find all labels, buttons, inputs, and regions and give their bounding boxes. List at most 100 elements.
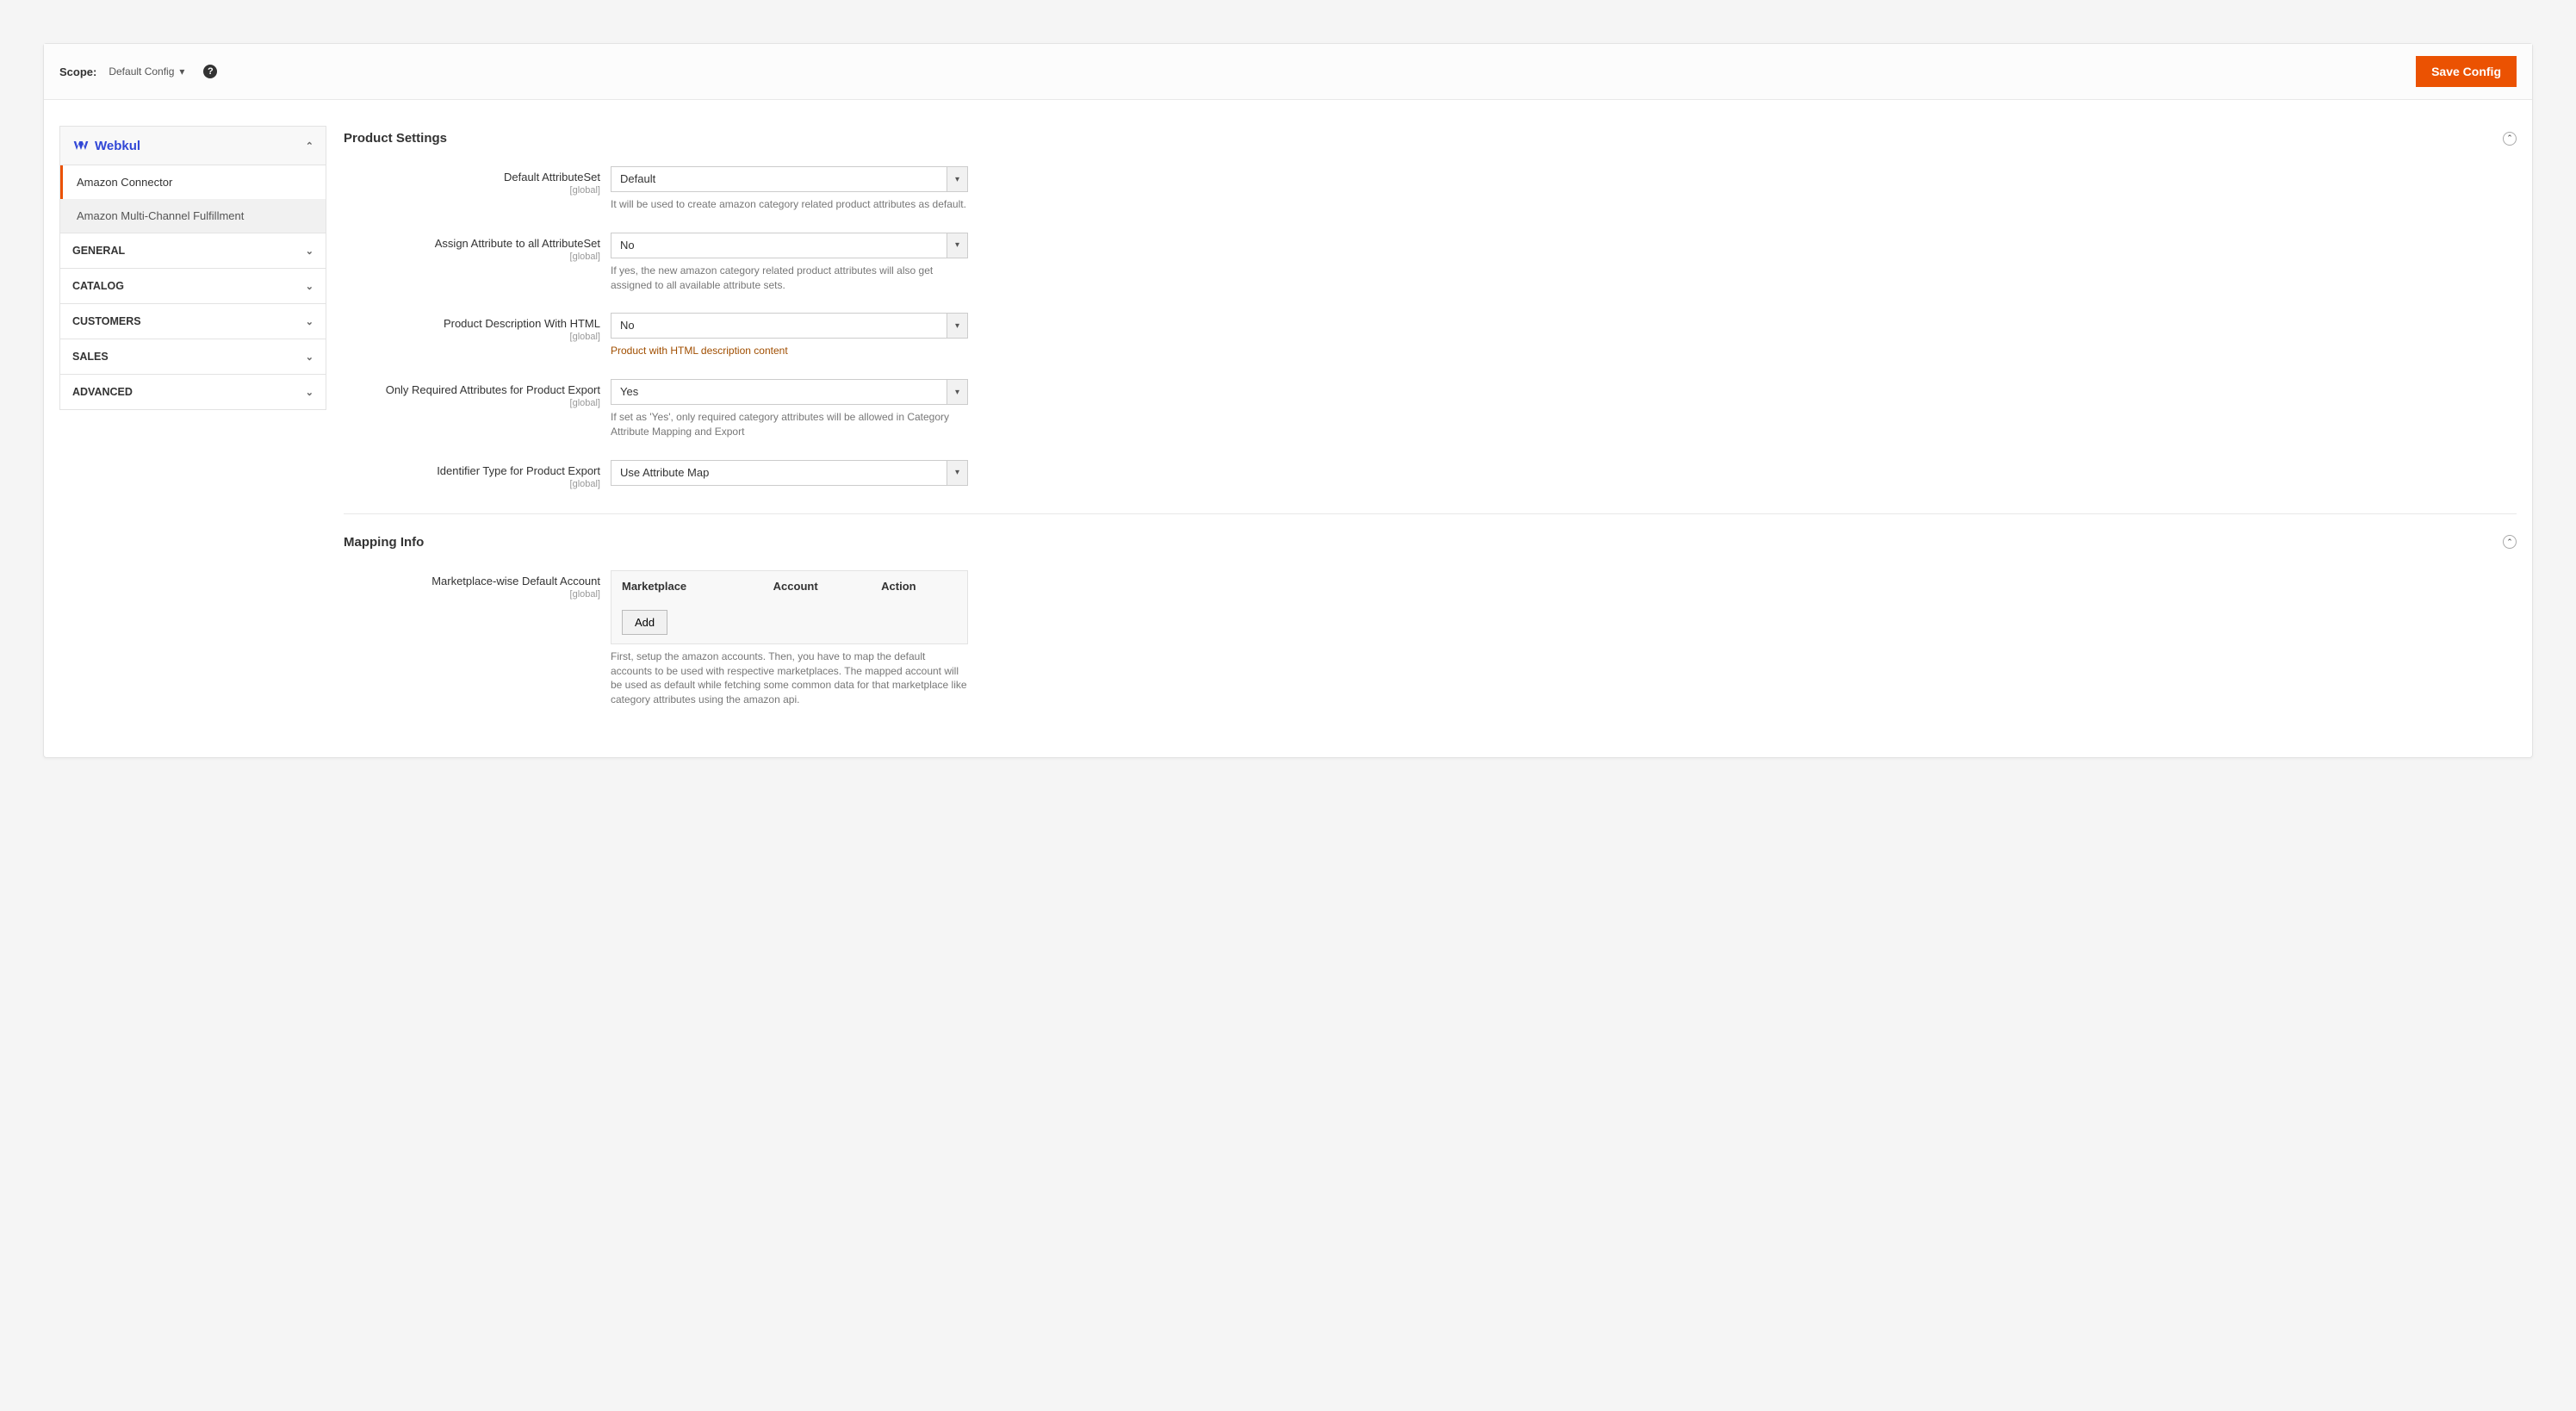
field-label-text: Identifier Type for Product Export xyxy=(437,464,600,477)
scope-value-text: Default Config xyxy=(109,65,174,78)
field-required-only: Only Required Attributes for Product Exp… xyxy=(344,374,2517,455)
section-divider xyxy=(344,513,2517,514)
field-marketplace-account: Marketplace-wise Default Account [global… xyxy=(344,565,2517,723)
column-account: Account xyxy=(773,580,881,593)
field-label: Identifier Type for Product Export [glob… xyxy=(344,460,611,489)
chevron-down-icon: ▾ xyxy=(179,65,184,78)
select-value: Use Attribute Map xyxy=(611,460,947,486)
field-control: Default ▾ It will be used to create amaz… xyxy=(611,166,968,212)
sidebar-category-catalog[interactable]: CATALOG ⌄ xyxy=(59,268,326,304)
field-note: It will be used to create amazon categor… xyxy=(611,197,968,212)
brand: Webkul xyxy=(72,137,140,154)
sidebar-category-customers[interactable]: CUSTOMERS ⌄ xyxy=(59,303,326,339)
field-label-text: Only Required Attributes for Product Exp… xyxy=(386,383,600,396)
select-assign-attribute[interactable]: No ▾ xyxy=(611,233,968,258)
mapping-table-body: Add xyxy=(611,601,967,643)
sidebar-category-label: CUSTOMERS xyxy=(72,315,141,327)
sidebar-category-label: GENERAL xyxy=(72,245,125,257)
sidebar-category-advanced[interactable]: ADVANCED ⌄ xyxy=(59,374,326,410)
scope-selector[interactable]: Default Config ▾ xyxy=(109,65,184,78)
sidebar-item-label: Amazon Multi-Channel Fulfillment xyxy=(77,209,244,222)
select-identifier-type[interactable]: Use Attribute Map ▾ xyxy=(611,460,968,486)
main-content: Product Settings ⌃ Default AttributeSet … xyxy=(344,126,2517,723)
field-note: If yes, the new amazon category related … xyxy=(611,264,968,293)
chevron-down-icon: ▾ xyxy=(947,460,968,486)
chevron-down-icon: ▾ xyxy=(947,313,968,339)
field-label: Assign Attribute to all AttributeSet [gl… xyxy=(344,233,611,262)
help-icon[interactable]: ? xyxy=(203,65,217,78)
mapping-table-head: Marketplace Account Action xyxy=(611,571,967,601)
field-label-text: Default AttributeSet xyxy=(504,171,600,183)
sidebar-group-header[interactable]: Webkul ⌃ xyxy=(60,127,326,165)
column-marketplace: Marketplace xyxy=(622,580,773,593)
chevron-down-icon: ⌄ xyxy=(306,246,313,257)
field-control: Marketplace Account Action Add First, se… xyxy=(611,570,968,707)
save-config-button[interactable]: Save Config xyxy=(2416,56,2517,87)
select-value: No xyxy=(611,313,947,339)
sidebar-item-label: Amazon Connector xyxy=(77,176,172,189)
body-area: Webkul ⌃ Amazon Connector Amazon Multi-C… xyxy=(44,100,2532,757)
field-note: Product with HTML description content xyxy=(611,344,968,358)
field-description-html: Product Description With HTML [global] N… xyxy=(344,308,2517,374)
select-description-html[interactable]: No ▾ xyxy=(611,313,968,339)
chevron-down-icon: ⌄ xyxy=(306,351,313,363)
select-value: No xyxy=(611,233,947,258)
field-note: If set as 'Yes', only required category … xyxy=(611,410,968,439)
mapping-table: Marketplace Account Action Add xyxy=(611,570,968,644)
sidebar-item-amazon-connector[interactable]: Amazon Connector xyxy=(60,165,326,199)
field-label: Product Description With HTML [global] xyxy=(344,313,611,342)
field-scope: [global] xyxy=(344,332,600,342)
select-value: Default xyxy=(611,166,947,192)
sidebar-category-label: CATALOG xyxy=(72,280,124,292)
brand-text: Webkul xyxy=(95,139,140,153)
field-scope: [global] xyxy=(344,479,600,489)
field-scope: [global] xyxy=(344,252,600,262)
field-label: Marketplace-wise Default Account [global… xyxy=(344,570,611,600)
chevron-down-icon: ⌄ xyxy=(306,316,313,327)
sidebar-group-webkul: Webkul ⌃ Amazon Connector Amazon Multi-C… xyxy=(59,126,326,233)
field-control: Yes ▾ If set as 'Yes', only required cat… xyxy=(611,379,968,439)
field-control: No ▾ If yes, the new amazon category rel… xyxy=(611,233,968,293)
sidebar-category-label: ADVANCED xyxy=(72,386,133,398)
sidebar-subitems: Amazon Connector Amazon Multi-Channel Fu… xyxy=(60,165,326,233)
field-note: First, setup the amazon accounts. Then, … xyxy=(611,650,968,707)
header-bar: Scope: Default Config ▾ ? Save Config xyxy=(44,44,2532,100)
column-action: Action xyxy=(881,580,957,593)
section-head-product-settings: Product Settings ⌃ xyxy=(344,126,2517,161)
sidebar-category-label: SALES xyxy=(72,351,109,363)
collapse-icon[interactable]: ⌃ xyxy=(2503,132,2517,146)
field-scope: [global] xyxy=(344,185,600,196)
select-default-attributeset[interactable]: Default ▾ xyxy=(611,166,968,192)
add-mapping-button[interactable]: Add xyxy=(622,610,667,635)
chevron-down-icon: ⌄ xyxy=(306,281,313,292)
sidebar: Webkul ⌃ Amazon Connector Amazon Multi-C… xyxy=(59,126,326,410)
config-panel: Scope: Default Config ▾ ? Save Config We… xyxy=(43,43,2533,758)
select-value: Yes xyxy=(611,379,947,405)
section-head-mapping-info: Mapping Info ⌃ xyxy=(344,530,2517,565)
field-label: Default AttributeSet [global] xyxy=(344,166,611,196)
field-default-attributeset: Default AttributeSet [global] Default ▾ … xyxy=(344,161,2517,227)
chevron-down-icon: ⌄ xyxy=(306,387,313,398)
webkul-logo-icon xyxy=(72,137,90,154)
section-title: Product Settings xyxy=(344,131,447,146)
field-label-text: Assign Attribute to all AttributeSet xyxy=(435,237,600,250)
chevron-down-icon: ▾ xyxy=(947,233,968,258)
field-assign-attribute: Assign Attribute to all AttributeSet [gl… xyxy=(344,227,2517,308)
field-scope: [global] xyxy=(344,589,600,600)
chevron-up-icon: ⌃ xyxy=(306,140,313,152)
field-label: Only Required Attributes for Product Exp… xyxy=(344,379,611,408)
sidebar-category-general[interactable]: GENERAL ⌄ xyxy=(59,233,326,269)
header-left: Scope: Default Config ▾ ? xyxy=(59,65,217,78)
sidebar-category-sales[interactable]: SALES ⌄ xyxy=(59,339,326,375)
field-scope: [global] xyxy=(344,398,600,408)
field-label-text: Marketplace-wise Default Account xyxy=(431,575,600,587)
scope-label: Scope: xyxy=(59,65,96,78)
field-control: Use Attribute Map ▾ xyxy=(611,460,968,486)
collapse-icon[interactable]: ⌃ xyxy=(2503,535,2517,549)
field-control: No ▾ Product with HTML description conte… xyxy=(611,313,968,358)
chevron-down-icon: ▾ xyxy=(947,379,968,405)
sidebar-item-amazon-mcf[interactable]: Amazon Multi-Channel Fulfillment xyxy=(60,199,326,233)
select-required-only[interactable]: Yes ▾ xyxy=(611,379,968,405)
field-label-text: Product Description With HTML xyxy=(444,317,600,330)
chevron-down-icon: ▾ xyxy=(947,166,968,192)
